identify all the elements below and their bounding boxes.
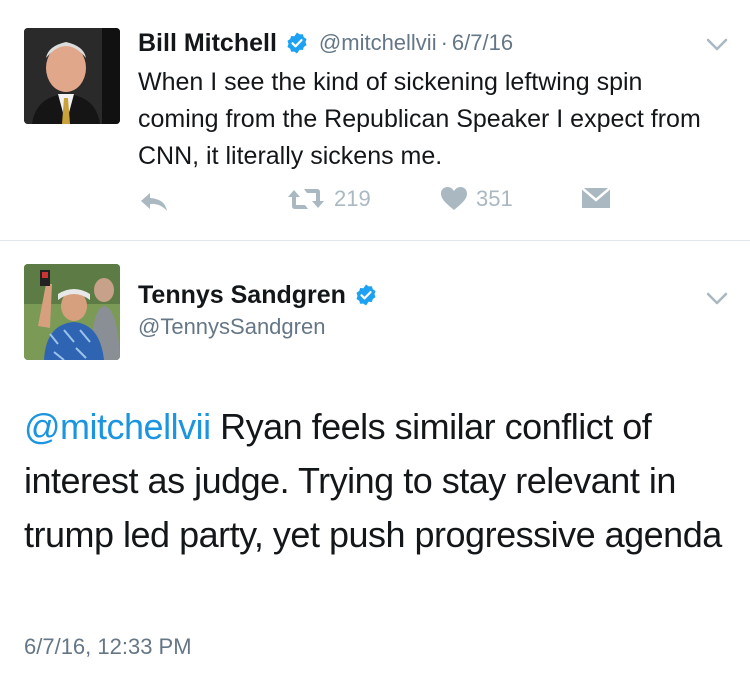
avatar[interactable]	[24, 264, 120, 360]
mention-link[interactable]: @mitchellvii	[24, 406, 211, 447]
like-button[interactable]: 351	[440, 186, 513, 212]
tweet-header: Tennys Sandgren	[138, 278, 378, 312]
direct-message-button[interactable]	[580, 186, 612, 210]
author-name[interactable]: Tennys Sandgren	[138, 281, 346, 310]
author-name[interactable]: Bill Mitchell	[138, 29, 277, 58]
chevron-down-icon[interactable]	[706, 38, 728, 52]
tweet-date[interactable]: 6/7/16	[452, 30, 513, 56]
avatar-image	[24, 264, 120, 360]
author-handle[interactable]: @TennysSandgren	[138, 314, 325, 340]
tweet-header: Bill Mitchell @mitchellvii · 6/7/16	[138, 26, 513, 60]
author-handle[interactable]: @mitchellvii	[319, 30, 437, 56]
tweet-timestamp[interactable]: 6/7/16, 12:33 PM	[24, 634, 192, 660]
avatar[interactable]	[24, 28, 120, 124]
chevron-down-icon[interactable]	[706, 292, 728, 306]
reply-icon	[141, 193, 167, 211]
tweet-actions: 219 351	[138, 186, 658, 218]
retweet-icon	[288, 189, 324, 209]
tweet-text: When I see the kind of sickening leftwin…	[138, 68, 701, 170]
retweet-count: 219	[334, 186, 371, 211]
direct-message-icon	[581, 187, 611, 208]
retweet-button[interactable]: 219	[286, 186, 371, 212]
heart-icon	[441, 187, 467, 210]
tweet-bill-mitchell: Bill Mitchell @mitchellvii · 6/7/16 When…	[0, 0, 750, 241]
separator-dot: ·	[440, 30, 448, 55]
tweet-text: @mitchellvii Ryan feels similar conflict…	[24, 400, 734, 562]
avatar-image	[24, 28, 120, 124]
verified-badge-icon	[287, 32, 307, 54]
verified-badge-icon	[356, 284, 376, 306]
reply-button[interactable]	[138, 190, 170, 214]
like-count: 351	[476, 186, 513, 211]
